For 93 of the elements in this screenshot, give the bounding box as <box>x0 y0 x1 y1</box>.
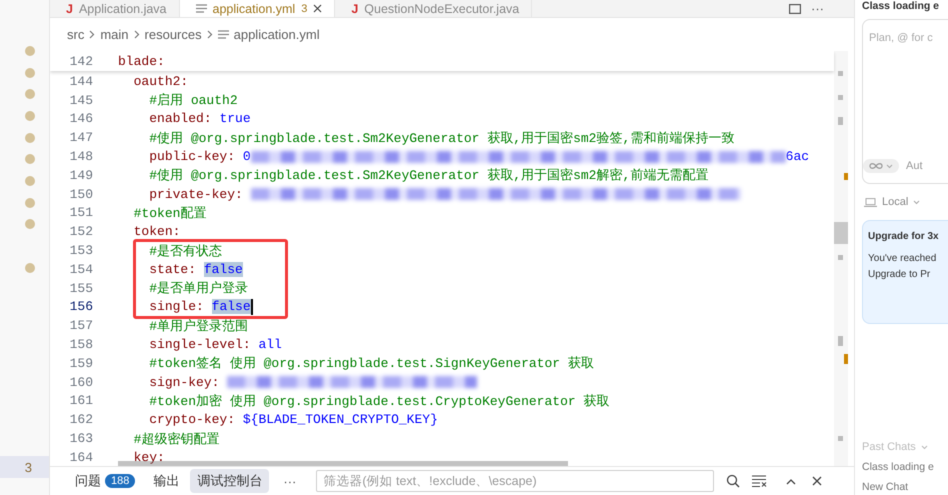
clear-list-icon[interactable] <box>752 475 768 487</box>
line-number: 152 <box>68 224 93 240</box>
line-number: 148 <box>68 149 93 164</box>
yaml-value: 6ac <box>786 149 810 164</box>
code-comment: #token配置 <box>134 204 206 222</box>
chevron-right-icon <box>89 30 96 39</box>
lines-icon <box>196 4 207 13</box>
line-number: 161 <box>68 393 93 408</box>
line-number: 144 <box>68 74 93 89</box>
lines-icon <box>218 30 229 39</box>
count-badge: 188 <box>105 474 136 488</box>
chevron-up-icon[interactable] <box>786 478 796 484</box>
card-text: Upgrade to Pr <box>868 268 930 282</box>
line-number: 153 <box>68 243 93 258</box>
yaml-value: true <box>219 111 251 126</box>
editor-tab[interactable]: application.yml 3 <box>180 0 336 17</box>
card-text: You've reached <box>868 252 936 266</box>
code-comment: #使用 @org.springblade.test.Sm2KeyGenerator 获取,用于国密sm2验签,需和前端保持一致 <box>149 130 734 147</box>
code-comment: #使用 @org.springblade.test.Sm2KeyGenerator 获取,用于国密sm2解密,前端无需配置 <box>149 167 708 184</box>
breadcrumb-item[interactable]: main <box>100 27 129 42</box>
line-number: 146 <box>68 111 93 126</box>
yaml-key: sign-key: <box>149 374 228 390</box>
yaml-value: 0 <box>242 149 251 164</box>
more-actions[interactable]: ··· <box>273 474 306 488</box>
yaml-value: all <box>258 337 282 352</box>
line-number: 142 <box>68 54 93 68</box>
java-icon: J <box>66 2 73 16</box>
line-number: 159 <box>68 356 93 371</box>
line-number: 156 <box>68 299 93 314</box>
line-number: 160 <box>68 374 93 390</box>
selected-value: false <box>204 262 243 277</box>
breadcrumb-item[interactable]: src <box>67 27 84 42</box>
yaml-key: enabled: <box>149 111 220 126</box>
close-icon[interactable] <box>812 476 822 486</box>
yaml-value: ${BLADE_TOKEN_CRYPTO_KEY} <box>242 412 438 428</box>
chevron-down-icon <box>886 164 893 168</box>
yaml-key: single-level: <box>149 337 258 352</box>
line-number: 150 <box>68 186 93 202</box>
selected-value: false <box>212 299 251 314</box>
panel-tab[interactable]: 输出 <box>146 469 186 493</box>
line-number: 155 <box>68 280 93 296</box>
breadcrumb-item[interactable]: application.yml <box>234 27 320 42</box>
code-comment: #超级密钥配置 <box>134 430 220 448</box>
code-comment: #单用户登录范围 <box>149 318 248 335</box>
chat-history-item[interactable]: Class loading e <box>862 461 948 473</box>
split-editor-icon[interactable] <box>789 4 801 14</box>
yaml-key: oauth2: <box>134 74 188 89</box>
laptop-icon <box>864 198 877 206</box>
search-icon[interactable] <box>726 474 740 488</box>
chevron-right-icon <box>134 30 140 39</box>
line-number: 157 <box>68 318 93 334</box>
code-comment: #是否单用户登录 <box>149 280 248 298</box>
chevron-down-icon <box>920 444 928 450</box>
text-cursor <box>250 298 253 315</box>
yaml-key: token: <box>134 224 180 240</box>
close-icon[interactable] <box>313 4 322 13</box>
problem-count: 3 <box>301 2 308 14</box>
line-number: 164 <box>68 450 93 465</box>
yaml-key: private-key: <box>149 186 251 202</box>
line-number: 145 <box>68 92 93 108</box>
code-comment: #启用 oauth2 <box>149 92 238 110</box>
line-number: 163 <box>68 431 93 446</box>
filter-field[interactable]: 筛选器(例如 text、!exclude、\escape) <box>316 470 714 492</box>
line-number: 162 <box>68 412 93 428</box>
yaml-key: blade: <box>118 54 165 68</box>
card-title: Upgrade for 3x <box>868 231 939 242</box>
panel-tab[interactable]: 问题 188 <box>68 469 142 493</box>
line-number: 158 <box>68 337 93 352</box>
line-number: 149 <box>68 168 93 183</box>
more-actions[interactable]: ··· <box>811 1 824 16</box>
yaml-key: state: <box>149 262 204 277</box>
code-comment: #token加密 使用 @org.springblade.test.CryptoKeyGenerator 获取 <box>149 392 610 410</box>
chevron-down-icon <box>913 200 920 204</box>
yaml-key: key: <box>134 450 165 465</box>
chat-title: Class loading e <box>862 0 940 13</box>
line-number: 154 <box>68 262 93 277</box>
yaml-key: single: <box>149 299 212 314</box>
scrollbar-drawing[interactable] <box>834 51 848 466</box>
yaml-key: public-key: <box>149 149 243 164</box>
location-selector[interactable]: Local <box>864 196 948 208</box>
breadcrumb-item[interactable]: resources <box>144 27 202 42</box>
line-number: 147 <box>68 130 93 146</box>
chat-history-item[interactable]: New Chat <box>862 481 948 493</box>
chevron-right-icon <box>206 30 213 39</box>
java-icon: J <box>351 2 358 16</box>
line-number: 151 <box>68 205 93 220</box>
code-comment: #token签名 使用 @org.springblade.test.SignKeyGenerator 获取 <box>149 355 594 372</box>
count-label: 3 <box>0 456 49 478</box>
mode-selector[interactable] <box>863 159 899 173</box>
code-comment: #是否有状态 <box>149 242 222 260</box>
panel-tab[interactable]: 调试控制台 <box>190 469 270 493</box>
infinity-icon <box>869 162 883 170</box>
yaml-key: crypto-key: <box>149 412 243 428</box>
